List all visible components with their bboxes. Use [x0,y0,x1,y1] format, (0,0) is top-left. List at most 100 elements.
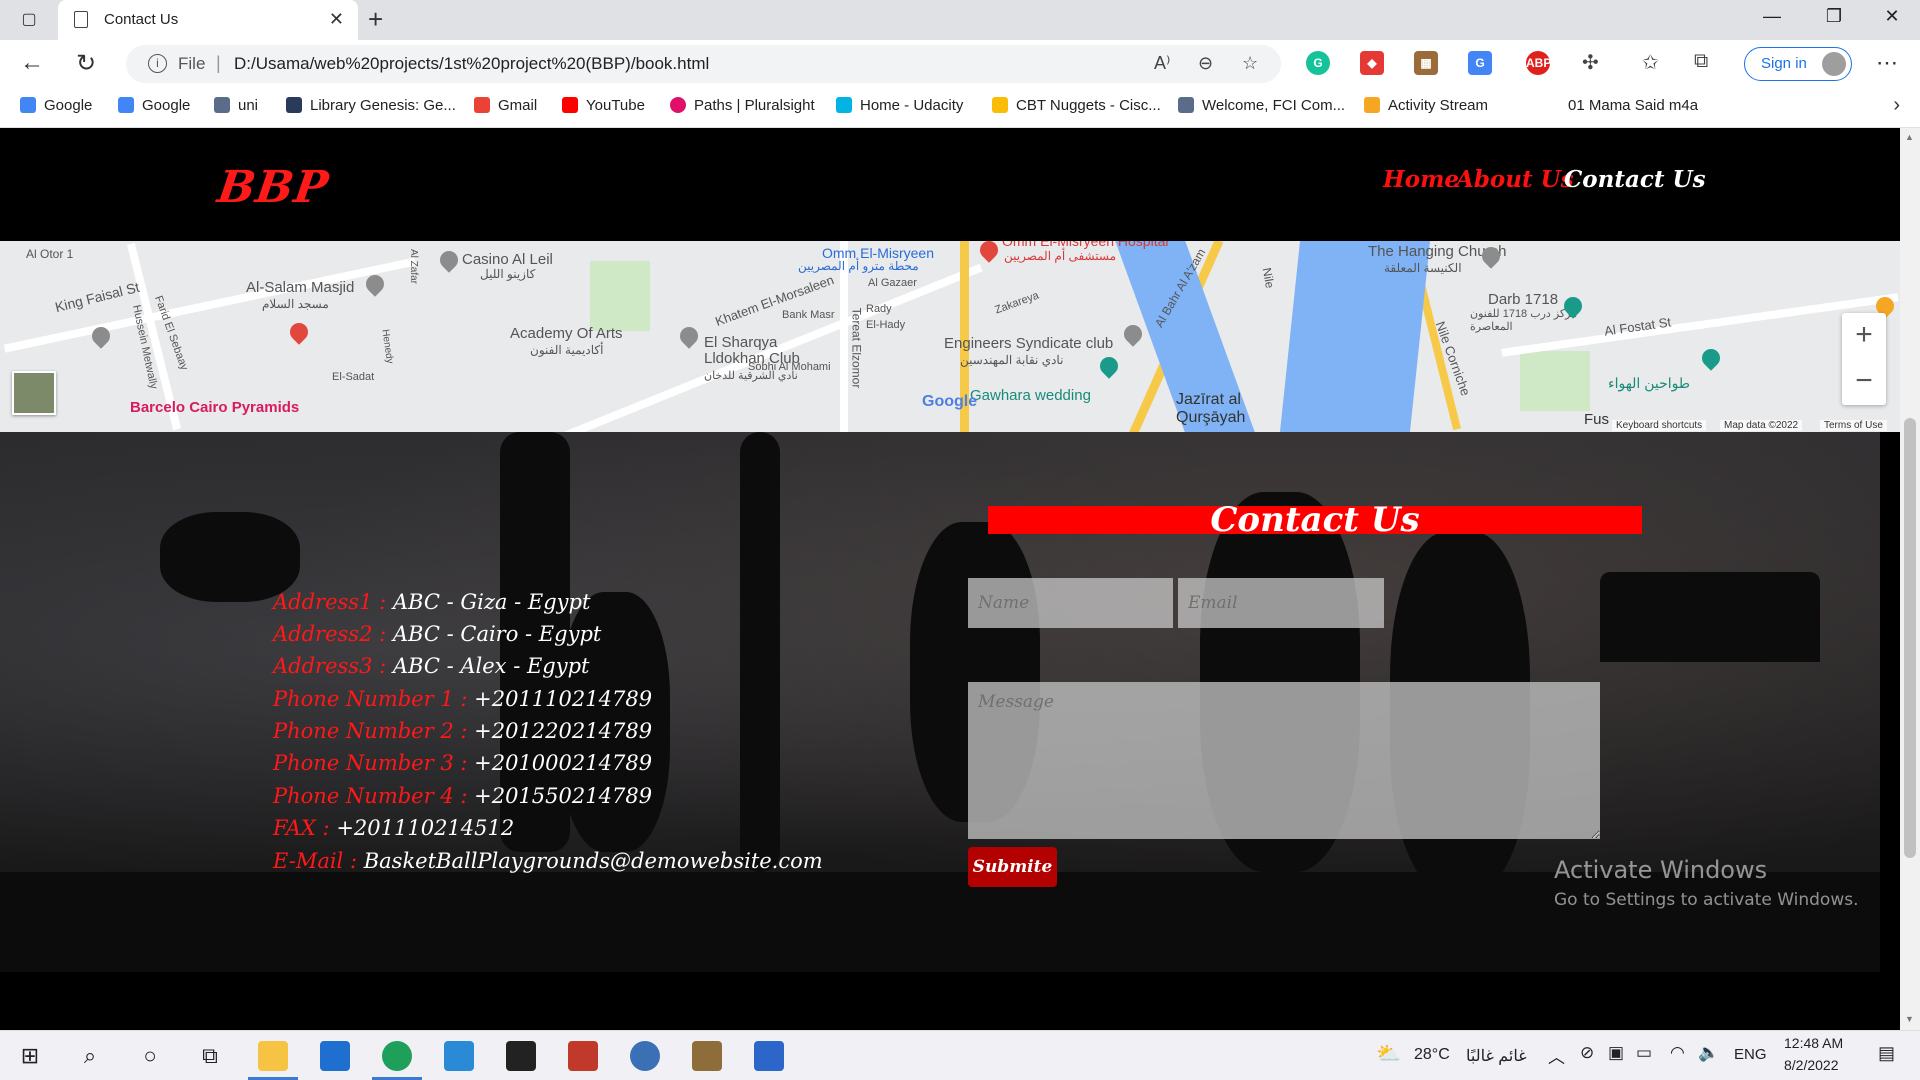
restore-icon[interactable]: ❐ [1814,6,1854,27]
map-marker-icon[interactable] [676,323,702,349]
favorites-icon[interactable]: ✩ [1642,50,1659,75]
read-aloud-icon[interactable]: A⁾ [1154,53,1170,74]
map-label: أكاديمية الفنون [530,343,604,357]
extension-icon[interactable]: ▦ [1414,51,1438,75]
new-tab-icon[interactable]: + [368,4,383,35]
collections-icon[interactable]: ⧉ [1694,50,1708,73]
embedded-map[interactable]: Al Otor 1 King Faisal St Al-Salam Masjid… [0,241,1900,432]
terms-link[interactable]: Terms of Use [1820,420,1887,431]
weather-text[interactable]: غائم غالبًا [1466,1046,1527,1066]
map-data-label: Map data ©2022 [1720,420,1803,431]
shelter-silhouette [1600,572,1820,662]
site-header: BBP Home About Us Contact Us [0,128,1900,241]
bookmark-google-2[interactable]: Google [118,97,190,114]
uni-icon [214,97,230,113]
more-icon[interactable]: ⋯ [1876,50,1898,76]
bookmark-activity-stream[interactable]: Activity Stream [1364,97,1488,114]
tab-actions-icon[interactable]: ▢ [18,9,40,31]
signin-button[interactable]: Sign in [1744,47,1852,81]
address-bar[interactable]: i File | D:/Usama/web%20projects/1st%20p… [126,45,1281,83]
grammarly-icon[interactable]: G [1306,51,1330,75]
scroll-down-icon[interactable]: ▼ [1905,1014,1914,1024]
shield-icon[interactable]: ◆ [1360,51,1384,75]
submit-button[interactable]: Submite [968,847,1057,887]
reload-icon[interactable]: ↻ [76,49,96,78]
email-field[interactable] [1178,578,1384,628]
windows-start-icon[interactable]: ⊞ [14,1040,46,1072]
nav-home[interactable]: Home [1383,166,1459,193]
store-icon[interactable] [754,1041,784,1071]
add-favorite-icon[interactable]: ☆ [1242,53,1258,74]
info-icon[interactable]: i [148,54,167,73]
zoom-icon[interactable]: ⊖ [1198,53,1213,74]
map-label: Henedy [379,328,396,365]
chevron-right-icon[interactable]: › [1893,94,1900,117]
cortana-icon[interactable]: ○ [134,1040,166,1072]
hospital-marker-icon[interactable] [976,241,1002,263]
map-marker-icon[interactable] [1698,345,1724,371]
mail-icon[interactable] [320,1041,350,1071]
bookmark-libgen[interactable]: Library Genesis: Ge... [286,97,456,114]
bookmark-google-1[interactable]: Google [20,97,92,114]
map-marker-icon[interactable] [1096,353,1122,379]
zoom-in-icon[interactable]: + [1842,313,1886,359]
url-text[interactable]: D:/Usama/web%20projects/1st%20project%20… [234,54,709,74]
close-window-icon[interactable]: ✕ [1872,6,1912,27]
device-icon[interactable]: ▣ [1608,1043,1624,1063]
notifications-icon[interactable]: ▤ [1878,1043,1895,1064]
google-logo[interactable]: Google [922,393,977,411]
nav-about-us[interactable]: About Us [1456,166,1574,193]
name-field[interactable] [968,578,1173,628]
site-logo[interactable]: BBP [214,162,332,213]
bookmark-udacity[interactable]: Home - Udacity [836,97,963,114]
vscode-icon[interactable] [444,1041,474,1071]
adblock-icon[interactable]: ABP [1526,51,1551,75]
clock-time[interactable]: 12:48 AM [1784,1035,1843,1051]
page-scrollbar[interactable]: ▲ ▼ [1900,128,1920,1030]
app-icon[interactable] [692,1041,722,1071]
close-tab-icon[interactable]: ✕ [329,9,344,30]
language-indicator[interactable]: ENG [1734,1046,1767,1063]
bookmark-pluralsight[interactable]: Paths | Pluralsight [670,97,815,114]
bookmark-cbt-nuggets[interactable]: CBT Nuggets - Cisc... [992,97,1161,114]
file-explorer-icon[interactable] [258,1041,288,1071]
scrollbar-thumb[interactable] [1904,418,1916,858]
battery-icon[interactable]: ▭ [1636,1043,1652,1063]
bookmark-fci[interactable]: Welcome, FCI Com... [1178,97,1345,114]
map-marker-icon[interactable] [436,247,462,273]
scroll-up-icon[interactable]: ▲ [1905,132,1914,142]
message-field[interactable] [968,682,1600,839]
volume-icon[interactable]: 🔈 [1698,1043,1719,1063]
translate-icon[interactable]: G [1468,51,1492,75]
browser-tab-contact[interactable]: Contact Us ✕ [58,0,358,40]
search-icon[interactable]: ⌕ [74,1040,106,1072]
bookmark-youtube[interactable]: YouTube [562,97,645,114]
clock-date[interactable]: 8/2/2022 [1784,1057,1839,1073]
intellij-icon[interactable] [506,1041,536,1071]
bookmark-gmail[interactable]: Gmail [474,97,537,114]
chevron-up-icon[interactable]: ︿ [1548,1043,1565,1068]
map-label: Casino Al Leil [462,251,553,268]
map-label: Zakareya [993,289,1041,317]
zoom-out-icon[interactable]: − [1842,359,1886,405]
bookmark-mama-said[interactable]: 01 Mama Said m4a [1544,97,1698,114]
weather-icon[interactable]: ⛅ [1376,1041,1401,1066]
keyboard-shortcuts-link[interactable]: Keyboard shortcuts [1612,420,1707,431]
map-label: Bank Masr [782,309,835,321]
bookmark-uni[interactable]: uni [214,97,258,114]
wifi-icon[interactable]: ◠ [1670,1043,1685,1063]
map-marker-icon[interactable] [1120,321,1146,347]
network-icon[interactable]: ⊘ [1580,1043,1594,1063]
app-icon[interactable] [630,1041,660,1071]
map-label: Engineers Syndicate club [944,335,1114,352]
extensions-icon[interactable]: ✣ [1582,50,1599,75]
weather-temp[interactable]: 28°C [1414,1046,1450,1064]
app-icon[interactable] [568,1041,598,1071]
back-icon[interactable]: ← [20,49,44,77]
edge-icon[interactable] [382,1041,412,1071]
minimize-icon[interactable]: — [1752,6,1792,27]
nav-contact-us[interactable]: Contact Us [1564,166,1706,193]
task-view-icon[interactable]: ⧉ [194,1040,226,1072]
hospital-marker-icon[interactable] [286,319,312,345]
map-layer-toggle[interactable] [12,371,56,415]
